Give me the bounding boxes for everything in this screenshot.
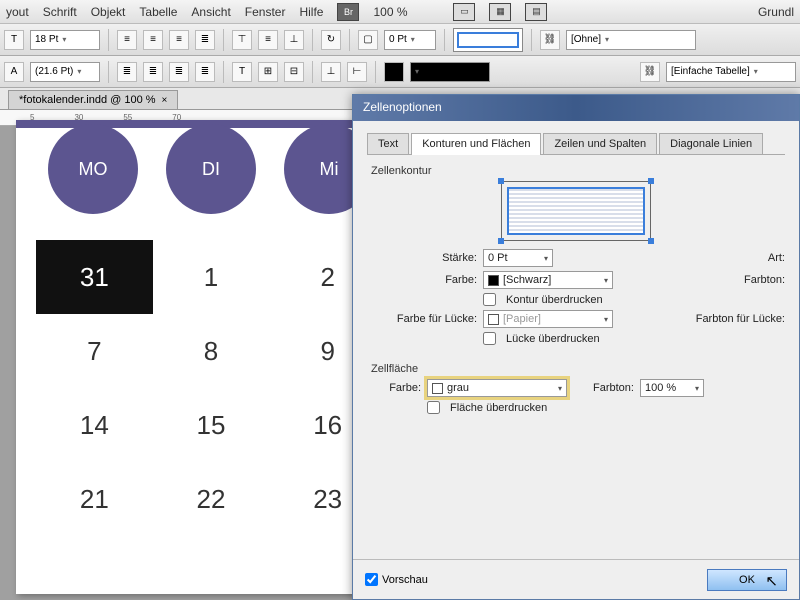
menu-item[interactable]: Hilfe — [299, 5, 323, 19]
rotate-text-icon[interactable]: ↻ — [321, 30, 341, 50]
menubar: yout Schrift Objekt Tabelle Ansicht Fens… — [0, 0, 800, 24]
text-rotate-icon[interactable]: T — [232, 62, 252, 82]
menu-item[interactable]: Objekt — [91, 5, 126, 19]
screen-mode-icon[interactable]: ▭ — [453, 3, 475, 21]
table-cell[interactable]: 15 — [153, 388, 270, 462]
doc-tab-label: *fotokalender.indd @ 100 % — [19, 94, 156, 106]
char-format-icon[interactable]: T — [4, 30, 24, 50]
label-fill-color: Farbe: — [367, 382, 421, 394]
overprint-fill-check[interactable] — [427, 401, 440, 414]
merge-cells-icon[interactable]: ⊞ — [258, 62, 278, 82]
overprint-gap-check[interactable] — [483, 332, 496, 345]
cell-options-dialog: Zellenoptionen Text Konturen und Flächen… — [352, 94, 800, 600]
label-weight: Stärke: — [367, 252, 477, 264]
ok-button[interactable]: OK ↖ — [707, 569, 787, 591]
zoom-combo[interactable]: 100 % — [373, 5, 439, 19]
menu-item[interactable]: Ansicht — [191, 5, 230, 19]
pt-combo[interactable]: 0 Pt — [384, 30, 436, 50]
stroke-proxy[interactable] — [501, 181, 651, 241]
control-panel-row2: A (21.6 Pt) ≣ ≣ ≣ ≣ T ⊞ ⊟ ⊥ ⊢ ⛓ [Einfach… — [0, 56, 800, 88]
table-cell[interactable]: 31 — [36, 240, 153, 314]
day-header: DI — [166, 124, 256, 214]
col-width-icon[interactable]: ⊢ — [347, 62, 367, 82]
day-header: MO — [48, 124, 138, 214]
menu-item[interactable]: Schrift — [43, 5, 77, 19]
page: MO DI Mi 31 1 2 7 8 9 14 15 16 21 22 23 — [16, 120, 406, 594]
justify-center-icon[interactable]: ≣ — [169, 62, 189, 82]
group-fill: Zellfläche — [371, 363, 785, 375]
justify-icon[interactable]: ≣ — [195, 30, 215, 50]
table-cell[interactable]: 22 — [153, 462, 270, 536]
table-cell[interactable]: 7 — [36, 314, 153, 388]
table-cell[interactable]: 21 — [36, 462, 153, 536]
fill-tint-field[interactable]: 100 % — [640, 379, 704, 397]
table-style-combo[interactable]: [Einfache Tabelle] — [666, 62, 796, 82]
overprint-stroke-check[interactable] — [483, 293, 496, 306]
preview-label: Vorschau — [382, 574, 428, 586]
view-options-icon[interactable]: ▤ — [525, 3, 547, 21]
overprint-stroke-label: Kontur überdrucken — [506, 294, 603, 306]
font-size-combo[interactable]: 18 Pt — [30, 30, 100, 50]
label-tint: Farbton: — [744, 274, 785, 286]
align-right-icon[interactable]: ≡ — [169, 30, 189, 50]
fill-swatch-icon[interactable] — [384, 62, 404, 82]
label-color: Farbe: — [367, 274, 477, 286]
label-type: Art: — [768, 252, 785, 264]
leading-combo[interactable]: (21.6 Pt) — [30, 62, 100, 82]
justify-all-icon[interactable]: ≣ — [117, 62, 137, 82]
tab-strokes-fills[interactable]: Konturen und Flächen — [411, 133, 541, 154]
menu-item[interactable]: yout — [6, 5, 29, 19]
gap-color-combo[interactable]: [Papier] — [483, 310, 613, 328]
cell-style-combo[interactable]: [Ohne] — [566, 30, 696, 50]
calendar-table[interactable]: 31 1 2 7 8 9 14 15 16 21 22 23 — [36, 240, 386, 536]
tab-rows-cols[interactable]: Zeilen und Spalten — [543, 133, 657, 154]
bridge-icon[interactable]: Br — [337, 3, 359, 21]
cursor-icon: ↖ — [765, 572, 778, 590]
dialog-tabrow: Text Konturen und Flächen Zeilen und Spa… — [367, 133, 785, 155]
table-cell[interactable]: 1 — [153, 240, 270, 314]
stroke-style-combo[interactable] — [410, 62, 490, 82]
leading-icon[interactable]: A — [4, 62, 24, 82]
overprint-gap-label: Lücke überdrucken — [506, 333, 600, 345]
table-cell[interactable]: 8 — [153, 314, 270, 388]
doc-tab[interactable]: *fotokalender.indd @ 100 % × — [8, 90, 178, 109]
preview-check[interactable] — [365, 573, 378, 586]
row-height-icon[interactable]: ⊥ — [321, 62, 341, 82]
close-icon[interactable]: × — [162, 95, 168, 106]
valign-middle-icon[interactable]: ≡ — [258, 30, 278, 50]
tab-diagonal[interactable]: Diagonale Linien — [659, 133, 763, 154]
style-chain-icon[interactable]: ⛓ — [540, 30, 560, 50]
justify-left-icon[interactable]: ≣ — [143, 62, 163, 82]
justify-right-icon[interactable]: ≣ — [195, 62, 215, 82]
overprint-fill-label: Fläche überdrucken — [450, 402, 547, 414]
tab-text[interactable]: Text — [367, 133, 409, 154]
fill-color-combo[interactable]: grau — [427, 379, 567, 397]
align-center-icon[interactable]: ≡ — [143, 30, 163, 50]
control-panel-row1: T 18 Pt ≡ ≡ ≡ ≣ ⊤ ≡ ⊥ ↻ ▢ 0 Pt ⛓ [Ohne] — [0, 24, 800, 56]
dialog-title: Zellenoptionen — [353, 95, 799, 121]
label-gap-tint: Farbton für Lücke: — [696, 313, 785, 325]
arrange-icon[interactable]: ▦ — [489, 3, 511, 21]
cell-preview[interactable] — [453, 28, 523, 52]
menu-item[interactable]: Tabelle — [139, 5, 177, 19]
table-cell[interactable]: 14 — [36, 388, 153, 462]
valign-bottom-icon[interactable]: ⊥ — [284, 30, 304, 50]
stroke-icon[interactable]: ▢ — [358, 30, 378, 50]
menu-item[interactable]: Fenster — [245, 5, 286, 19]
align-left-icon[interactable]: ≡ — [117, 30, 137, 50]
label-gap-color: Farbe für Lücke: — [367, 313, 477, 325]
table-style-chain-icon[interactable]: ⛓ — [640, 62, 660, 82]
workspace-label[interactable]: Grundl — [758, 5, 794, 19]
group-stroke: Zellenkontur — [371, 165, 785, 177]
stroke-weight-combo[interactable]: 0 Pt — [483, 249, 553, 267]
label-fill-tint: Farbton: — [593, 382, 634, 394]
stroke-color-combo[interactable]: [Schwarz] — [483, 271, 613, 289]
split-cell-icon[interactable]: ⊟ — [284, 62, 304, 82]
valign-top-icon[interactable]: ⊤ — [232, 30, 252, 50]
